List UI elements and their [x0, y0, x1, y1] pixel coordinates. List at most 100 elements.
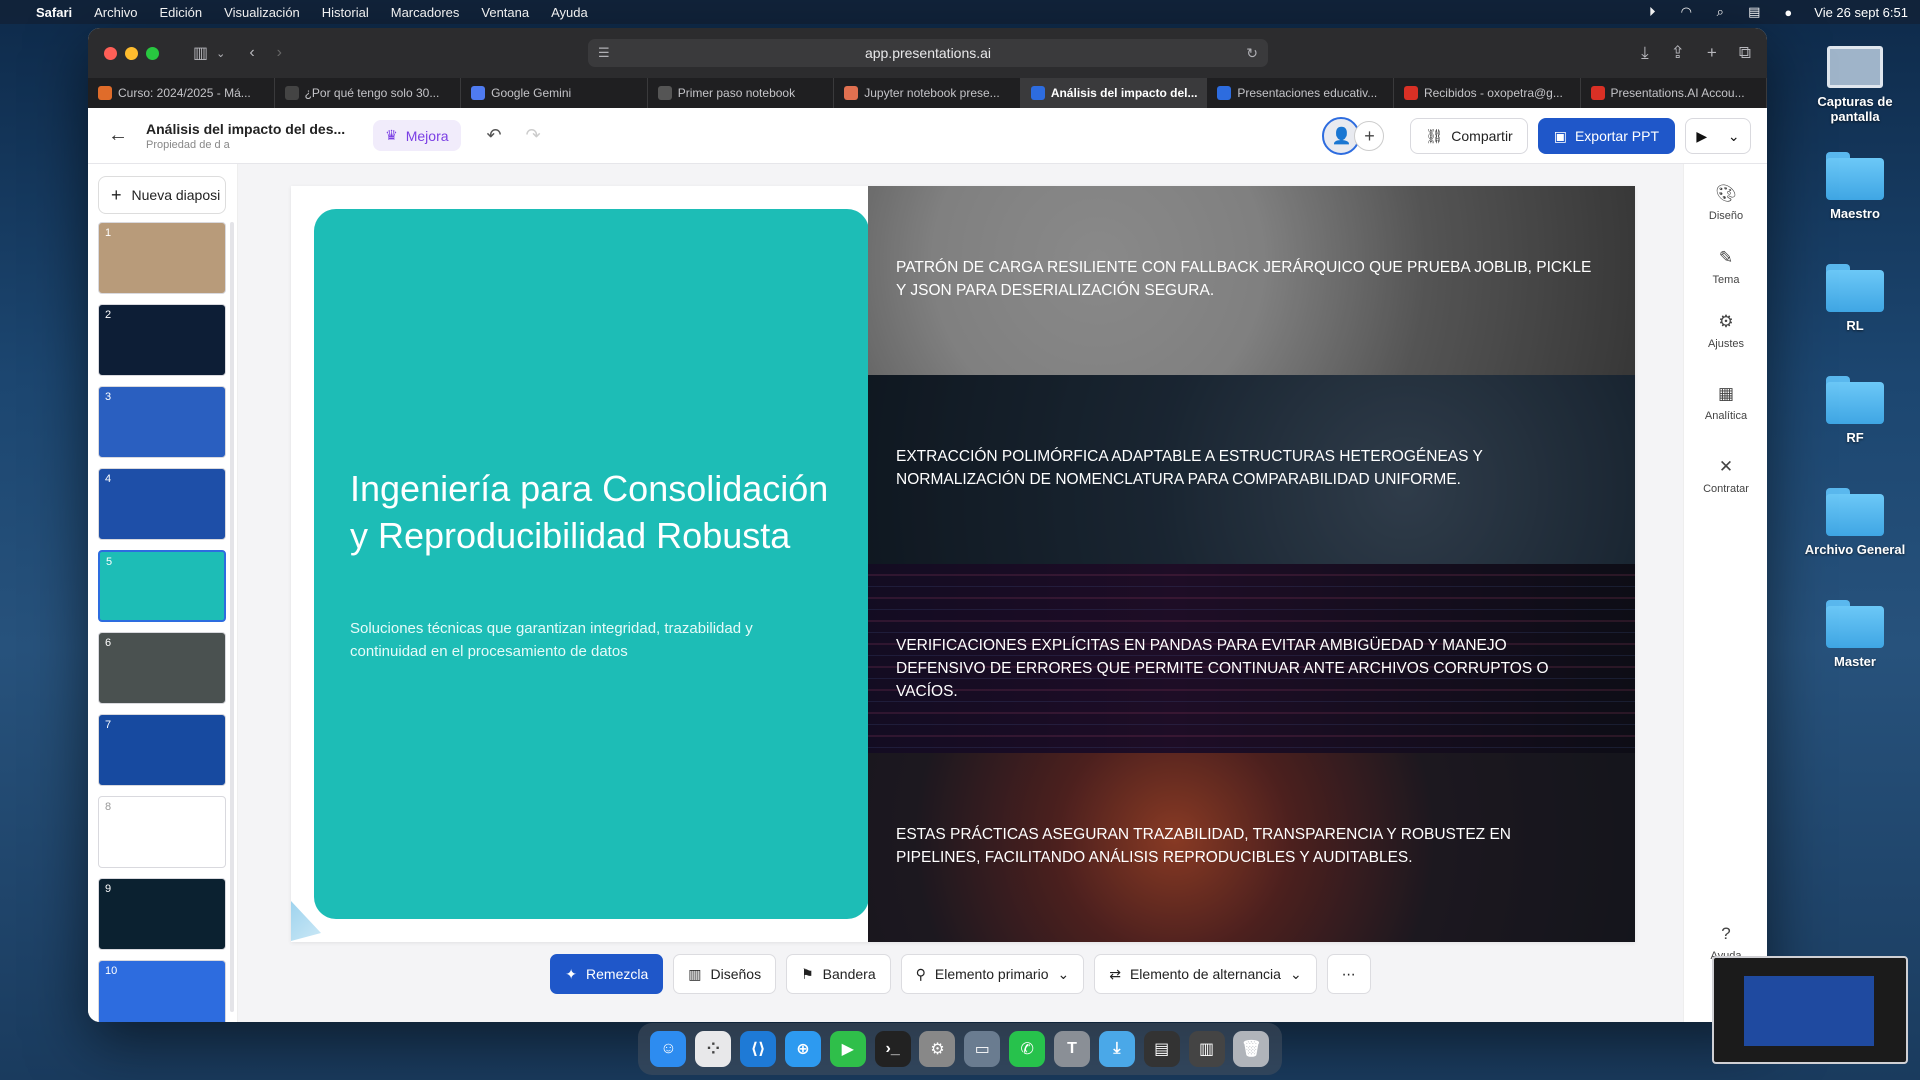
browser-tab[interactable]: Presentations.AI Accou...: [1581, 78, 1767, 108]
desktop-folder-archivo-general[interactable]: Archivo General: [1795, 488, 1915, 557]
siri-icon[interactable]: ●: [1780, 5, 1796, 20]
slide-thumbnail[interactable]: 2: [98, 304, 226, 376]
sidebar-scrollbar[interactable]: [230, 222, 234, 1012]
content-row[interactable]: Extracción polimórfica adaptable a estru…: [868, 375, 1635, 564]
tab-overview-icon[interactable]: ⧉: [1739, 43, 1751, 63]
remix-button[interactable]: ✦ Remezcla: [550, 954, 664, 994]
minimize-window-button[interactable]: [125, 46, 138, 60]
document-title[interactable]: Análisis del impacto del des...: [146, 121, 345, 137]
desktop-folder-rl[interactable]: RL: [1795, 264, 1915, 333]
upgrade-button[interactable]: ♛ Mejora: [373, 120, 461, 151]
primary-element-dropdown[interactable]: ⚲ Elemento primario ⌄: [900, 954, 1085, 994]
browser-tab[interactable]: Google Gemini: [461, 78, 648, 108]
desktop-icon-capturas[interactable]: Capturas de pantalla: [1795, 46, 1915, 124]
row-text[interactable]: Extracción polimórfica adaptable a estru…: [896, 445, 1596, 491]
browser-tab[interactable]: Presentaciones educativ...: [1207, 78, 1394, 108]
slide-thumbnail[interactable]: 5: [98, 550, 226, 622]
settings-panel-button[interactable]: ⚙ Ajustes: [1684, 312, 1767, 350]
downloads-folder-icon[interactable]: ⤓: [1098, 1031, 1135, 1067]
analytics-panel-button[interactable]: ▦ Analítica: [1684, 384, 1767, 422]
export-ppt-button[interactable]: ▣ Exportar PPT: [1537, 118, 1675, 154]
spotlight-search-icon[interactable]: ⌕: [1712, 4, 1728, 19]
title-card[interactable]: Ingeniería para Consolidación y Reproduc…: [314, 209, 869, 919]
present-button[interactable]: ▶ ⌄: [1685, 118, 1751, 154]
slide-thumbnail[interactable]: 10: [98, 960, 226, 1022]
back-arrow-icon[interactable]: ←: [108, 124, 128, 147]
theme-panel-button[interactable]: ✎ Tema: [1684, 248, 1767, 286]
slide-subtitle[interactable]: Soluciones técnicas que garantizan integ…: [350, 617, 820, 663]
content-row[interactable]: Verificaciones explícitas en pandas para…: [868, 564, 1635, 753]
forward-nav-icon[interactable]: ›: [277, 44, 282, 62]
add-collaborator-button[interactable]: +: [1354, 121, 1385, 151]
play-status-icon[interactable]: ⏵: [1644, 4, 1660, 19]
share-sheet-icon[interactable]: ⇪: [1671, 43, 1685, 63]
browser-tab[interactable]: Jupyter notebook prese...: [834, 78, 1021, 108]
menu-historial[interactable]: Historial: [322, 5, 369, 20]
contract-panel-button[interactable]: ✕ Contratar: [1684, 457, 1767, 495]
menu-ventana[interactable]: Ventana: [481, 5, 529, 20]
facetime-icon[interactable]: ▶: [829, 1031, 866, 1067]
browser-tab[interactable]: ¿Por qué tengo solo 30...: [275, 78, 462, 108]
reload-icon[interactable]: ↻: [1246, 45, 1258, 62]
flag-button[interactable]: ⚑ Bandera: [786, 954, 891, 994]
undo-icon[interactable]: ↶: [487, 125, 502, 146]
finder-icon[interactable]: ☺: [650, 1031, 687, 1067]
current-slide[interactable]: Ingeniería para Consolidación y Reproduc…: [291, 186, 1635, 942]
slide-thumbnail[interactable]: 7: [98, 714, 226, 786]
new-tab-icon[interactable]: +: [1707, 43, 1717, 63]
control-center-icon[interactable]: ▤: [1746, 4, 1762, 19]
slide-thumbnail[interactable]: 1: [98, 222, 226, 294]
recent-window-icon[interactable]: ▤: [1143, 1031, 1180, 1067]
zoom-window-button[interactable]: [146, 46, 159, 60]
sidebar-toggle-icon[interactable]: ▥: [193, 43, 208, 63]
vscode-icon[interactable]: ⟨⟩: [740, 1031, 777, 1067]
menu-ayuda[interactable]: Ayuda: [551, 5, 588, 20]
new-slide-button[interactable]: + Nueva diaposi: [98, 176, 226, 214]
tex-icon[interactable]: T: [1054, 1031, 1091, 1067]
slide-thumbnail[interactable]: 6: [98, 632, 226, 704]
more-options-button[interactable]: ⋯: [1326, 954, 1371, 994]
desktop-folder-maestro[interactable]: Maestro: [1795, 152, 1915, 221]
downloads-icon[interactable]: ⤓: [1641, 43, 1649, 63]
desktop-folder-rf[interactable]: RF: [1795, 376, 1915, 445]
browser-tab[interactable]: Recibidos - oxopetra@g...: [1394, 78, 1581, 108]
designs-button[interactable]: ▥ Diseños: [673, 954, 777, 994]
trash-icon[interactable]: 🗑︎: [1233, 1031, 1270, 1067]
preview-app-icon[interactable]: ▭: [964, 1031, 1001, 1067]
play-icon[interactable]: ▶: [1696, 128, 1707, 145]
page-settings-icon[interactable]: ☰: [598, 45, 610, 61]
content-row[interactable]: Estas prácticas aseguran trazabilidad, t…: [868, 753, 1635, 942]
browser-tab[interactable]: Análisis del impacto del...: [1020, 78, 1208, 108]
menu-app-name[interactable]: Safari: [36, 5, 72, 20]
screenshot-preview[interactable]: [1712, 956, 1908, 1064]
wifi-icon[interactable]: ◠: [1678, 4, 1694, 19]
whatsapp-icon[interactable]: ✆: [1009, 1031, 1046, 1067]
slide-thumbnail[interactable]: 9: [98, 878, 226, 950]
menu-marcadores[interactable]: Marcadores: [391, 5, 460, 20]
menu-edicion[interactable]: Edición: [160, 5, 203, 20]
close-window-button[interactable]: [104, 46, 117, 60]
row-text[interactable]: Verificaciones explícitas en pandas para…: [896, 634, 1596, 703]
slide-title[interactable]: Ingeniería para Consolidación y Reproduc…: [350, 465, 830, 559]
address-bar[interactable]: ☰ app.presentations.ai ↻: [588, 39, 1268, 67]
slide-thumbnail[interactable]: 8: [98, 796, 226, 868]
safari-icon[interactable]: ⊕: [784, 1031, 821, 1067]
browser-tab[interactable]: Curso: 2024/2025 - Má...: [88, 78, 275, 108]
browser-tab[interactable]: Primer paso notebook: [648, 78, 835, 108]
chevron-down-icon[interactable]: ⌄: [1728, 128, 1740, 145]
menu-archivo[interactable]: Archivo: [94, 5, 137, 20]
slide-thumbnail[interactable]: 4: [98, 468, 226, 540]
system-settings-icon[interactable]: ⚙: [919, 1031, 956, 1067]
desktop-folder-master[interactable]: Master: [1795, 600, 1915, 669]
launchpad-icon[interactable]: ⁘: [695, 1031, 732, 1067]
recent-window-icon[interactable]: ▥: [1188, 1031, 1225, 1067]
back-nav-icon[interactable]: ‹: [249, 44, 254, 62]
terminal-icon[interactable]: ›_: [874, 1031, 911, 1067]
share-button[interactable]: ⛓ Compartir: [1410, 118, 1528, 154]
content-row[interactable]: Patrón de carga resiliente con fallback …: [868, 186, 1635, 375]
design-panel-button[interactable]: 🎨︎ Diseño: [1684, 184, 1767, 222]
menu-clock[interactable]: Vie 26 sept 6:51: [1814, 5, 1908, 20]
chevron-down-icon[interactable]: ⌄: [216, 47, 225, 60]
alternating-element-dropdown[interactable]: ⇄ Elemento de alternancia ⌄: [1094, 954, 1317, 994]
slide-thumbnail[interactable]: 3: [98, 386, 226, 458]
